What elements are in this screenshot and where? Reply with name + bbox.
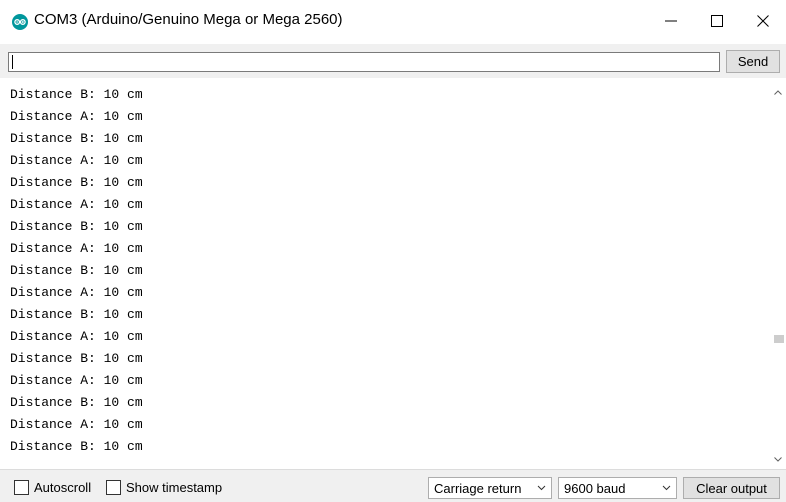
output-line: Distance A: 10 cm — [10, 197, 143, 212]
output-line: Distance A: 10 cm — [10, 417, 143, 432]
output-line: Distance B: 10 cm — [10, 87, 143, 102]
send-button[interactable]: Send — [726, 50, 780, 73]
bottom-bar: Autoscroll Show timestamp Carriage retur… — [0, 470, 786, 502]
output-line: Distance A: 10 cm — [10, 285, 143, 300]
minimize-icon — [665, 15, 677, 30]
close-icon — [757, 14, 769, 30]
send-row: Send — [0, 44, 786, 78]
output-line: Distance A: 10 cm — [10, 109, 143, 124]
line-ending-select[interactable]: Carriage return — [428, 477, 552, 499]
output-line: Distance B: 10 cm — [10, 219, 143, 234]
baud-rate-select[interactable]: 9600 baud — [558, 477, 677, 499]
output-line: Distance B: 10 cm — [10, 307, 143, 322]
title-bar: COM3 (Arduino/Genuino Mega or Mega 2560) — [0, 0, 786, 44]
scroll-up-arrow-icon[interactable] — [770, 84, 786, 100]
output-line: Distance A: 10 cm — [10, 373, 143, 388]
output-line: Distance B: 10 cm — [10, 175, 143, 190]
serial-input-field[interactable] — [8, 52, 720, 72]
serial-output: Distance B: 10 cm Distance A: 10 cm Distan… — [0, 84, 770, 467]
baud-rate-value: 9600 baud — [564, 480, 626, 496]
autoscroll-label: Autoscroll — [34, 479, 92, 495]
scroll-thumb[interactable] — [774, 335, 784, 343]
output-line: Distance B: 10 cm — [10, 131, 143, 146]
window-title: COM3 (Arduino/Genuino Mega or Mega 2560) — [34, 11, 343, 28]
clear-output-button[interactable]: Clear output — [683, 477, 780, 499]
timestamp-toggle[interactable]: Show timestamp — [106, 479, 222, 495]
arduino-icon — [12, 14, 28, 30]
output-line: Distance A: 10 cm — [10, 329, 143, 344]
vertical-scrollbar[interactable] — [770, 84, 786, 467]
autoscroll-checkbox[interactable] — [14, 479, 29, 495]
text-caret — [12, 55, 13, 69]
line-ending-value: Carriage return — [434, 480, 522, 496]
minimize-button[interactable] — [648, 0, 694, 44]
chevron-down-icon — [662, 482, 671, 497]
chevron-down-icon — [537, 482, 546, 497]
timestamp-label: Show timestamp — [126, 479, 223, 495]
output-line: Distance B: 10 cm — [10, 263, 143, 278]
maximize-icon — [711, 14, 723, 30]
timestamp-checkbox[interactable] — [106, 479, 121, 495]
maximize-button[interactable] — [694, 0, 740, 44]
autoscroll-toggle[interactable]: Autoscroll — [14, 479, 91, 495]
scroll-down-arrow-icon[interactable] — [770, 451, 786, 467]
close-button[interactable] — [740, 0, 786, 44]
output-line: Distance A: 10 cm — [10, 241, 143, 256]
output-line: Distance A: 10 cm — [10, 153, 143, 168]
output-line: Distance B: 10 cm — [10, 395, 143, 410]
output-line: Distance B: 10 cm — [10, 351, 143, 366]
output-line: Distance B: 10 cm — [10, 439, 143, 454]
